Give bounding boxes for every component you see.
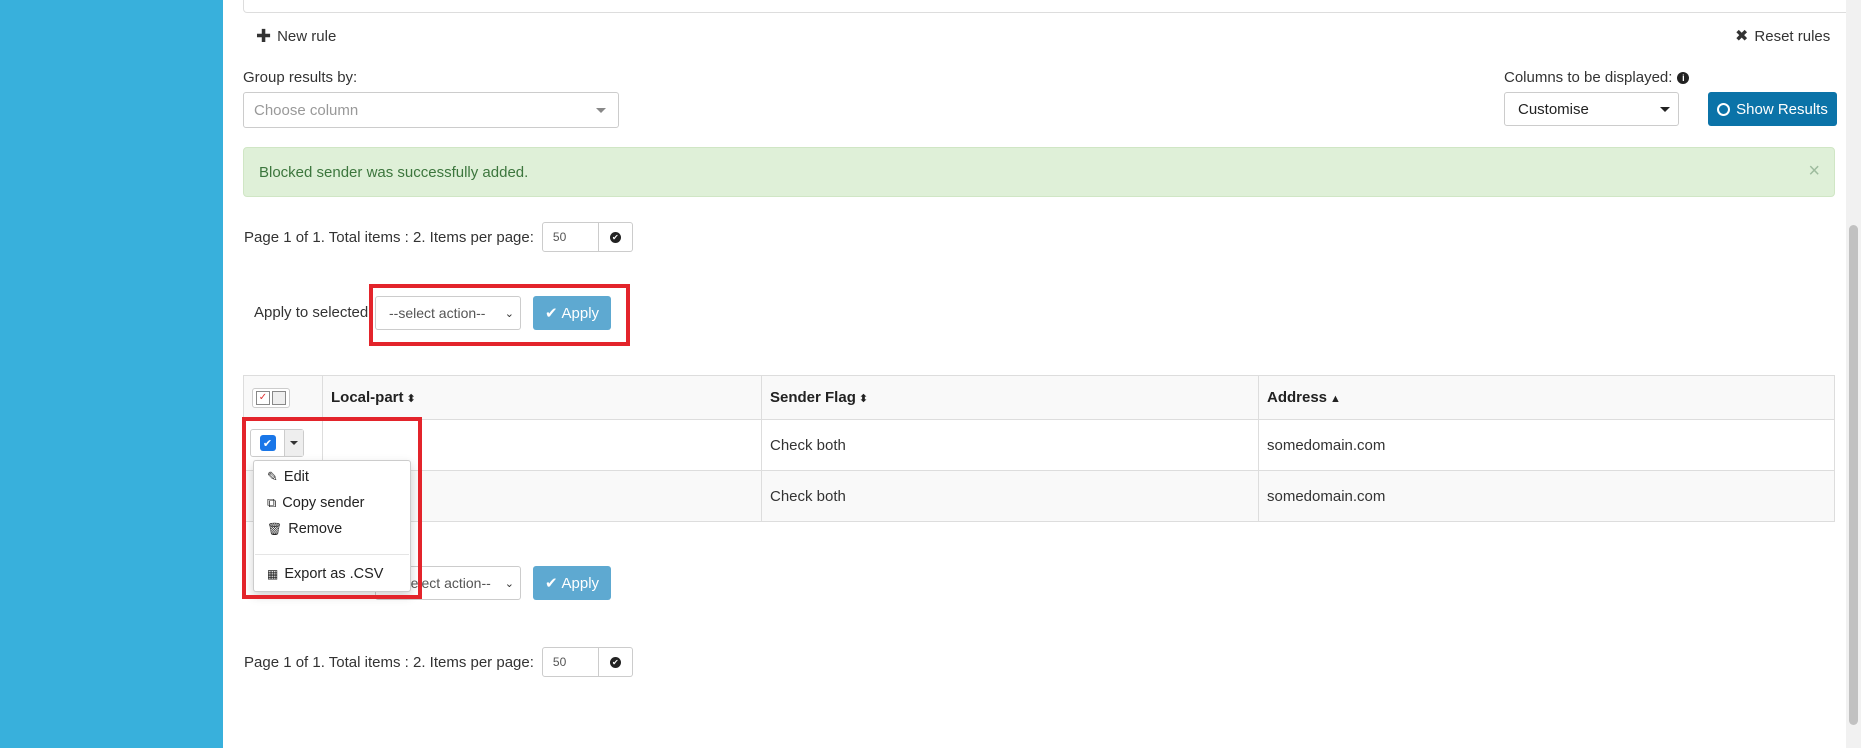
pager-top: Page 1 of 1. Total items : 2. Items per … bbox=[244, 222, 633, 252]
info-icon[interactable]: i bbox=[1677, 71, 1690, 84]
bulk-action-select[interactable]: --select action-- ⌄ bbox=[375, 296, 521, 330]
reset-rules-button[interactable]: ✖ Reset rules bbox=[1735, 26, 1830, 46]
check-circle-icon: ✔ bbox=[609, 231, 621, 243]
select-page-icon[interactable] bbox=[272, 391, 286, 405]
chevron-down-icon bbox=[1660, 106, 1670, 112]
items-per-page-input[interactable]: 50 bbox=[541, 647, 599, 677]
close-icon: ✖ bbox=[1735, 28, 1749, 45]
pager-go-button[interactable]: ✔ bbox=[598, 647, 633, 677]
address-cell: somedomain.com bbox=[1258, 470, 1835, 522]
chevron-down-icon bbox=[596, 107, 606, 113]
pager-go-button[interactable]: ✔ bbox=[598, 222, 633, 252]
group-column-select[interactable]: Choose column bbox=[243, 92, 619, 128]
scrollbar-thumb[interactable] bbox=[1849, 225, 1858, 725]
sender-flag-cell: Check both bbox=[761, 470, 1259, 522]
items-per-page-input[interactable]: 50 bbox=[541, 222, 599, 252]
address-cell: somedomain.com bbox=[1258, 419, 1835, 471]
sort-icon: ⬍ bbox=[406, 393, 416, 405]
apply-button[interactable]: ✔ Apply bbox=[533, 296, 611, 330]
show-results-button[interactable]: Show Results bbox=[1708, 92, 1837, 126]
column-header-address[interactable]: Address ▲ bbox=[1258, 375, 1835, 420]
success-alert: Blocked sender was successfully added. × bbox=[243, 147, 1835, 197]
bottom-apply-button[interactable]: ✔ Apply bbox=[533, 566, 611, 600]
sort-asc-icon: ▲ bbox=[1330, 393, 1341, 405]
check-icon: ✔ bbox=[544, 575, 558, 592]
main-content: ✚ New rule ✖ Reset rules Group results b… bbox=[223, 0, 1861, 748]
column-header-local-part[interactable]: Local-part ⬍ bbox=[322, 375, 762, 420]
search-icon bbox=[1717, 102, 1731, 116]
chevron-down-icon: ⌄ bbox=[504, 307, 514, 320]
apply-to-selected-label: Apply to selected: bbox=[254, 304, 373, 321]
rules-panel bbox=[243, 0, 1861, 13]
sender-flag-cell: Check both bbox=[761, 419, 1259, 471]
table-row: Check both somedomain.com bbox=[243, 419, 1835, 471]
column-header-sender-flag[interactable]: Sender Flag ⬍ bbox=[761, 375, 1259, 420]
senders-table: ✓ Local-part ⬍ Sender Flag ⬍ Address ▲ C… bbox=[243, 375, 1835, 522]
pager-bottom: Page 1 of 1. Total items : 2. Items per … bbox=[244, 647, 633, 677]
table-row: Check both somedomain.com bbox=[243, 470, 1835, 522]
columns-label: Columns to be displayed: i bbox=[1504, 69, 1690, 86]
select-all-header: ✓ bbox=[243, 375, 323, 420]
columns-select[interactable]: Customise bbox=[1504, 92, 1679, 126]
new-rule-button[interactable]: ✚ New rule bbox=[256, 26, 336, 47]
chevron-down-icon: ⌄ bbox=[504, 577, 514, 590]
check-icon: ✔ bbox=[544, 305, 558, 322]
check-circle-icon: ✔ bbox=[609, 656, 621, 668]
alert-close-button[interactable]: × bbox=[1808, 160, 1820, 183]
group-results-label: Group results by: bbox=[243, 69, 358, 86]
sidebar bbox=[0, 0, 223, 748]
scrollbar-track[interactable] bbox=[1846, 0, 1861, 748]
highlight-box-row-menu bbox=[242, 417, 422, 599]
select-all-icon[interactable]: ✓ bbox=[256, 391, 270, 405]
plus-icon: ✚ bbox=[256, 26, 272, 46]
sort-icon: ⬍ bbox=[858, 393, 869, 405]
table-header-row: ✓ Local-part ⬍ Sender Flag ⬍ Address ▲ bbox=[243, 375, 1835, 420]
